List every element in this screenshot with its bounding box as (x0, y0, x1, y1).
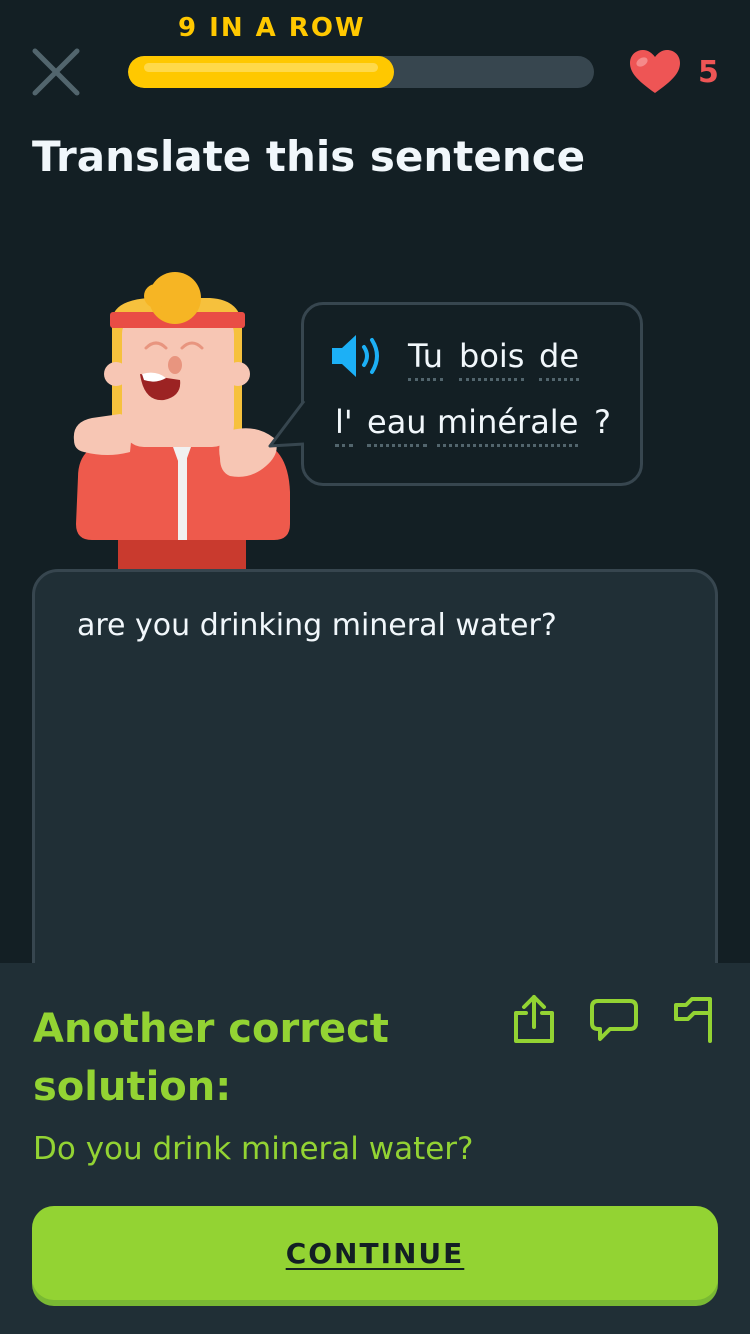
comment-icon[interactable] (590, 993, 638, 1045)
hearts-count: 5 (698, 55, 719, 90)
feedback-panel: Another correct solution: Do you drink m… (0, 963, 750, 1334)
answer-textarea[interactable]: are you drinking mineral water? (32, 569, 718, 1029)
continue-button[interactable]: CONTINUE (32, 1206, 718, 1300)
prompt-word[interactable]: bois (459, 338, 525, 382)
streak-label: 9 IN A ROW (178, 13, 366, 43)
prompt-word[interactable]: l' (335, 404, 353, 448)
flag-icon[interactable] (670, 993, 718, 1045)
page-title: Translate this sentence (32, 132, 586, 181)
heart-icon (630, 50, 680, 93)
progress-fill (128, 56, 394, 88)
progress-bar (128, 56, 594, 88)
close-icon[interactable] (30, 46, 82, 98)
prompt-word[interactable]: Tu (408, 338, 443, 382)
prompt-word[interactable]: eau (367, 404, 427, 448)
share-icon[interactable] (510, 993, 558, 1045)
progress-highlight (144, 63, 378, 72)
prompt-punctuation: ? (594, 403, 611, 441)
speech-bubble (301, 302, 643, 486)
prompt-word[interactable]: minérale (437, 404, 579, 448)
prompt-word[interactable]: de (539, 338, 579, 382)
continue-label: CONTINUE (285, 1236, 465, 1270)
speech-bubble-tail (268, 400, 306, 448)
answer-text: are you drinking mineral water? (77, 608, 557, 643)
feedback-heading: Another correct solution: (33, 1006, 389, 1110)
speaker-icon[interactable] (330, 332, 388, 380)
correct-solution-text: Do you drink mineral water? (33, 1131, 474, 1167)
lesson-screen: 9 IN A ROW 5 Translate this sentence Tu … (0, 0, 750, 1334)
